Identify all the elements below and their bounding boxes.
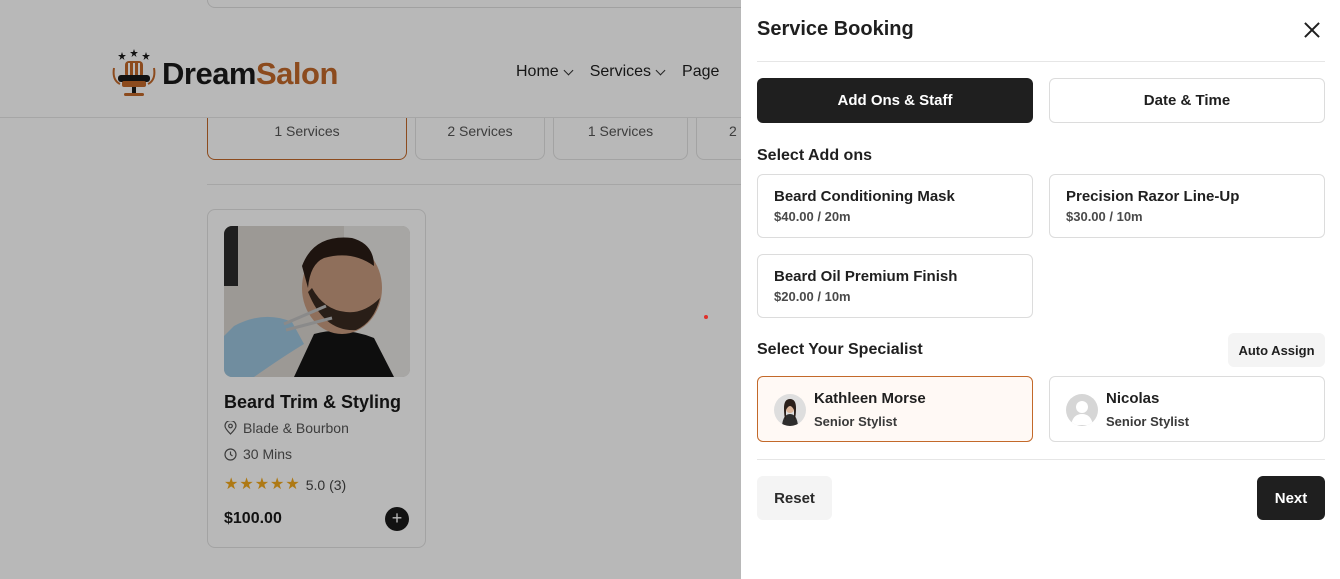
- specialist-role: Senior Stylist: [1106, 414, 1190, 429]
- addon-option[interactable]: Precision Razor Line-Up $30.00 / 10m: [1049, 174, 1325, 238]
- auto-assign-button[interactable]: Auto Assign: [1228, 333, 1325, 367]
- specialist-role: Senior Stylist: [814, 414, 898, 429]
- cursor-dot: [704, 315, 708, 319]
- avatar: [774, 394, 806, 426]
- specialist-card-nicolas[interactable]: Nicolas Senior Stylist: [1049, 376, 1325, 442]
- specialist-section-label: Select Your Specialist: [757, 341, 923, 358]
- tab-label: Add Ons & Staff: [837, 92, 953, 109]
- avatar-placeholder-icon: [1066, 394, 1098, 426]
- close-icon[interactable]: [1301, 19, 1323, 41]
- next-button[interactable]: Next: [1257, 476, 1325, 520]
- addon-price: $20.00 / 10m: [774, 289, 851, 304]
- addon-name: Beard Conditioning Mask: [774, 188, 955, 205]
- tab-label: Date & Time: [1143, 92, 1231, 109]
- modal-backdrop[interactable]: [0, 0, 741, 579]
- reset-button[interactable]: Reset: [757, 476, 832, 520]
- footer-divider: [757, 459, 1325, 460]
- addon-price: $30.00 / 10m: [1066, 209, 1143, 224]
- service-booking-drawer: Service Booking Add Ons & Staff Date & T…: [741, 0, 1340, 579]
- specialist-name: Kathleen Morse: [814, 390, 926, 407]
- addon-price: $40.00 / 20m: [774, 209, 851, 224]
- specialist-card-kathleen[interactable]: Kathleen Morse Senior Stylist: [757, 376, 1033, 442]
- addon-name: Precision Razor Line-Up: [1066, 188, 1240, 205]
- tab-add-ons-staff[interactable]: Add Ons & Staff: [757, 78, 1033, 123]
- header-divider: [757, 61, 1325, 62]
- addon-option[interactable]: Beard Conditioning Mask $40.00 / 20m: [757, 174, 1033, 238]
- addon-name: Beard Oil Premium Finish: [774, 268, 958, 285]
- drawer-title: Service Booking: [757, 18, 914, 40]
- tab-date-time[interactable]: Date & Time: [1049, 78, 1325, 123]
- addon-option[interactable]: Beard Oil Premium Finish $20.00 / 10m: [757, 254, 1033, 318]
- addons-section-label: Select Add ons: [757, 147, 872, 164]
- specialist-name: Nicolas: [1106, 390, 1160, 407]
